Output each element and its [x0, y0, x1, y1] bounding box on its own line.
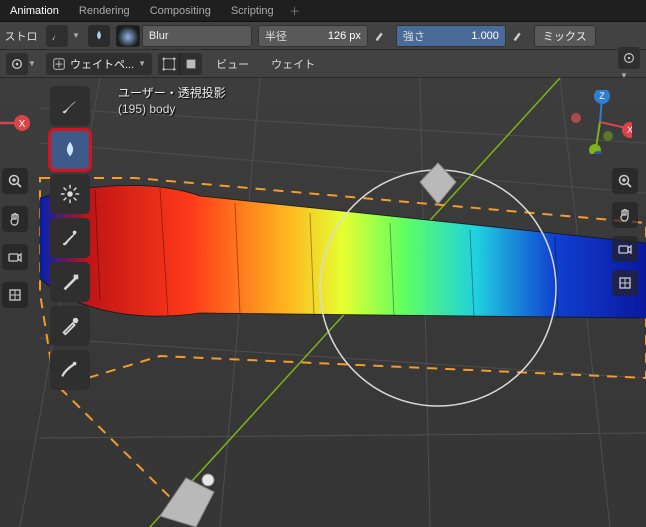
right-overlay-rail: [612, 168, 640, 296]
axis-x-label: X: [19, 119, 26, 130]
camera-view-button-left[interactable]: [2, 244, 28, 270]
viewport[interactable]: X ユーザー・透視投影 (195) body: [0, 78, 646, 527]
tab-animation[interactable]: Animation: [0, 1, 69, 21]
viewport-object-label: (195) body: [118, 102, 175, 116]
menu-weight[interactable]: ウェイト: [263, 53, 323, 75]
workspace-tabs: Animation Rendering Compositing Scriptin…: [0, 0, 646, 22]
zoom-button-left[interactable]: [2, 168, 28, 194]
tool-header: ストロ ▼ Blur 半径 126 px 強さ 1.000 ミックス: [0, 22, 646, 50]
strength-pressure-toggle[interactable]: [508, 25, 528, 47]
radius-value: 126 px: [328, 30, 361, 42]
radius-field[interactable]: 半径 126 px: [258, 25, 368, 47]
tab-scripting[interactable]: Scripting: [221, 1, 284, 21]
face-select-toggle[interactable]: [180, 53, 202, 75]
navigation-gizmo[interactable]: X Z: [568, 90, 632, 154]
sample-weight-tool[interactable]: [50, 306, 90, 346]
smear-brush-tool[interactable]: [50, 218, 90, 258]
radius-label: 半径: [265, 28, 287, 44]
editor-header: ▼ ウェイトペ... ▼ ビュー ウェイト ▼: [0, 50, 646, 78]
select-mode-toggle: [158, 53, 202, 75]
brush-name-field[interactable]: Blur: [142, 25, 252, 47]
radius-pressure-toggle[interactable]: [370, 25, 390, 47]
chevron-down-icon: ▼: [72, 31, 80, 40]
strength-field[interactable]: 強さ 1.000: [396, 25, 506, 47]
mode-dropdown-label: ウェイトペ...: [70, 56, 134, 72]
strength-label: 強さ: [403, 28, 425, 44]
left-overlay-rail: [2, 168, 32, 308]
svg-text:X: X: [627, 125, 632, 135]
camera-view-button[interactable]: [612, 236, 638, 262]
gradient-tool[interactable]: [50, 262, 90, 302]
perspective-toggle-button-left[interactable]: [2, 282, 28, 308]
average-brush-tool[interactable]: [50, 174, 90, 214]
tab-add-button[interactable]: ＋: [284, 3, 306, 19]
chevron-down-icon: ▼: [28, 59, 36, 68]
viewport-canvas[interactable]: X: [0, 78, 646, 527]
strength-value: 1.000: [471, 30, 499, 42]
blend-mode-dropdown[interactable]: ミックス: [534, 25, 596, 47]
svg-text:Z: Z: [599, 91, 605, 101]
stroke-panel-label[interactable]: ストロ: [2, 23, 40, 49]
annotate-tool[interactable]: [50, 350, 90, 390]
menu-view[interactable]: ビュー: [208, 53, 257, 75]
draw-brush-tool[interactable]: [50, 86, 90, 126]
tab-compositing[interactable]: Compositing: [140, 1, 221, 21]
mode-dropdown[interactable]: ウェイトペ... ▼: [46, 53, 152, 75]
blur-brush-tool[interactable]: [50, 130, 90, 170]
header-options-dropdown[interactable]: [618, 47, 640, 69]
pan-button[interactable]: [612, 202, 638, 228]
chevron-down-icon: ▼: [138, 59, 146, 68]
tab-rendering[interactable]: Rendering: [69, 1, 140, 21]
brush-thumbnail[interactable]: [88, 25, 110, 47]
falloff-preview[interactable]: [116, 25, 140, 47]
zoom-button[interactable]: [612, 168, 638, 194]
brush-dropdown[interactable]: [46, 25, 68, 47]
viewport-projection-label: ユーザー・透視投影: [118, 84, 226, 101]
perspective-toggle-button[interactable]: [612, 270, 638, 296]
tool-palette: [50, 86, 90, 390]
pan-button-left[interactable]: [2, 206, 28, 232]
vertex-select-toggle[interactable]: [158, 53, 180, 75]
editor-type-dropdown[interactable]: [6, 53, 28, 75]
